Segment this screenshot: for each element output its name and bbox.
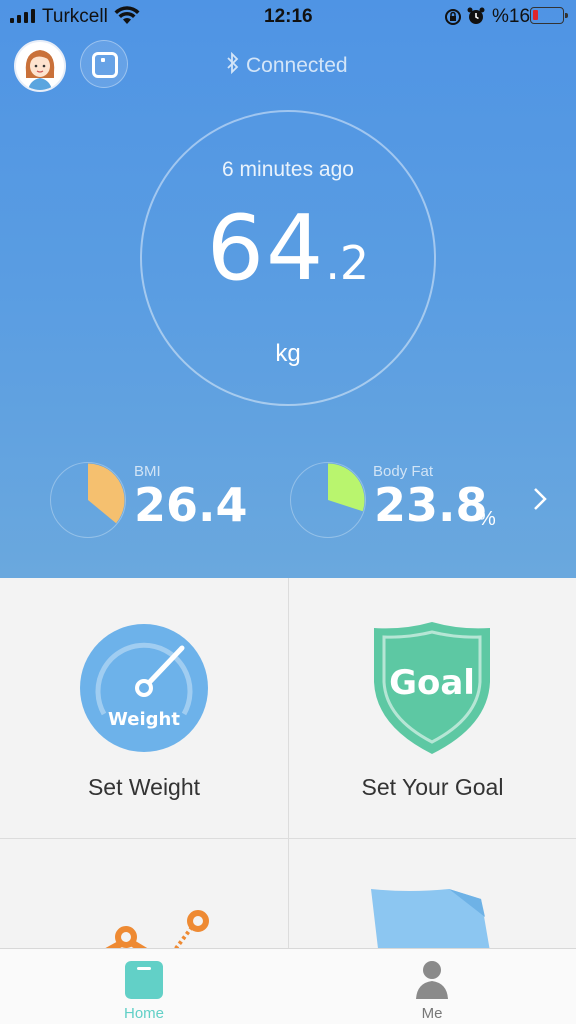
tab-me-label: Me — [421, 1005, 443, 1022]
set-goal-tile[interactable]: Goal Set Your Goal — [289, 578, 576, 838]
connection-status: Connected — [226, 51, 348, 80]
battery-icon — [530, 7, 568, 24]
chevron-right-icon[interactable] — [532, 486, 548, 520]
action-grid: Weight Set Weight Goal Set Your Goal — [0, 578, 576, 957]
measurement-time: 6 minutes ago — [222, 158, 354, 181]
weight-gauge-icon: Weight — [80, 624, 208, 752]
activity-tile[interactable] — [0, 839, 288, 957]
signal-icon — [10, 9, 35, 23]
set-weight-label: Set Weight — [87, 774, 201, 800]
set-weight-tile[interactable]: Weight Set Weight — [0, 578, 288, 838]
person-icon — [416, 961, 448, 999]
weight-integer: 64 — [206, 196, 326, 301]
scale-device-button[interactable] — [80, 40, 128, 88]
rotation-lock-icon — [444, 8, 462, 32]
wifi-icon — [114, 6, 140, 32]
home-scale-icon — [125, 961, 163, 999]
pie-wedge — [87, 463, 124, 523]
grid-divider-horizontal — [0, 838, 576, 839]
user-avatar[interactable] — [14, 40, 66, 92]
tab-home-label: Home — [123, 1005, 164, 1022]
alarm-icon — [466, 6, 486, 32]
status-bar: Turkcell 12:16 %16 — [0, 0, 576, 34]
bmi-pie[interactable] — [50, 462, 126, 538]
tab-me[interactable]: Me — [288, 949, 576, 1024]
weight-decimal: .2 — [325, 236, 370, 290]
battery-percent: %16 — [492, 6, 531, 27]
hero-panel: Turkcell 12:16 %16 Connected 6 minutes a… — [0, 0, 576, 578]
pie-wedge — [327, 463, 364, 511]
connection-label: Connected — [246, 54, 348, 77]
goal-shield-icon: Goal — [374, 622, 490, 754]
clock-time: 12:16 — [264, 6, 313, 27]
goal-icon-text: Goal — [389, 663, 475, 703]
body-fat-value: 23.8 — [374, 478, 488, 532]
body-fat-unit: % — [478, 508, 496, 530]
grid-divider-vertical — [288, 578, 289, 950]
tab-home[interactable]: Home — [0, 949, 288, 1024]
flag-icon — [371, 889, 491, 957]
carrier-name: Turkcell — [42, 6, 108, 27]
weight-value: 64.2 — [140, 196, 436, 301]
flag-tile[interactable] — [289, 839, 576, 957]
body-fat-pie[interactable] — [290, 462, 366, 538]
bluetooth-icon — [226, 51, 240, 80]
weight-unit: kg — [275, 340, 301, 367]
weight-icon-text: Weight — [108, 709, 180, 730]
bmi-value: 26.4 — [134, 478, 248, 532]
scale-icon — [92, 52, 118, 78]
set-goal-label: Set Your Goal — [361, 774, 504, 800]
tab-bar: Home Me — [0, 948, 576, 1024]
